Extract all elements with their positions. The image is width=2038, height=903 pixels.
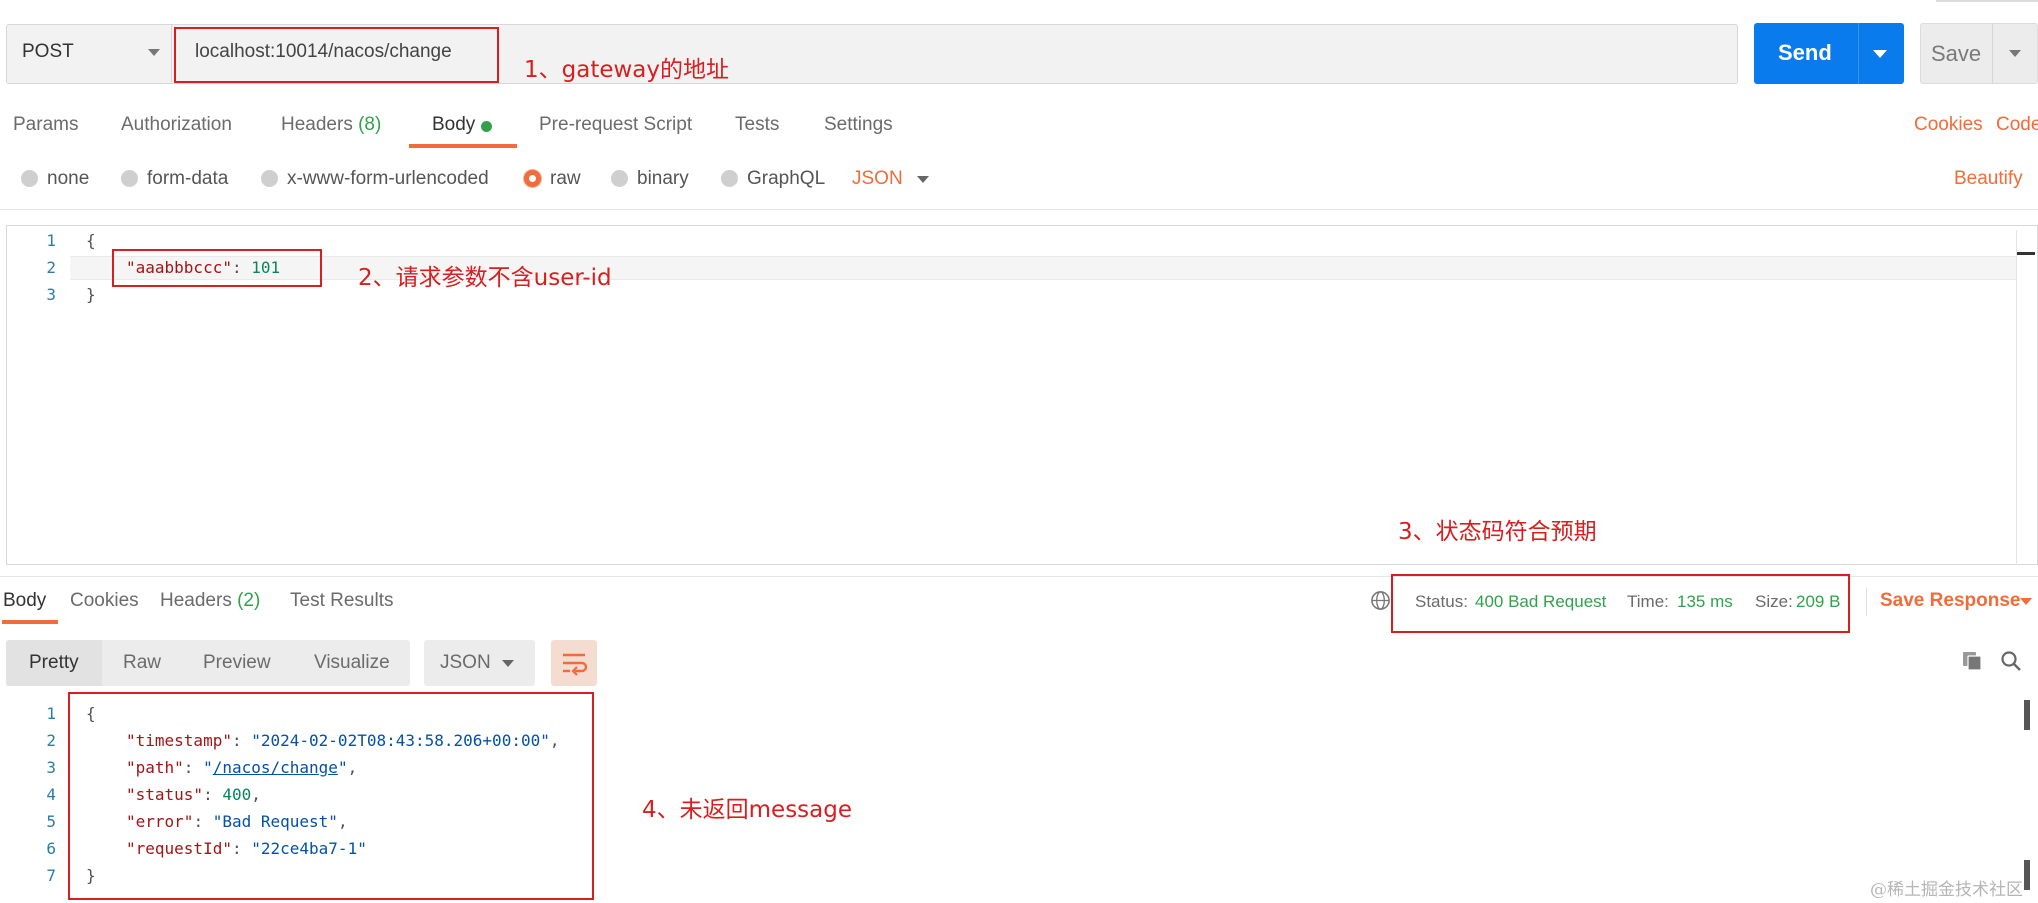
- radio-urlencoded-label[interactable]: x-www-form-urlencoded: [287, 168, 489, 190]
- annotation-2: 2、请求参数不含user-id: [358, 265, 612, 291]
- tab-settings[interactable]: Settings: [824, 114, 893, 136]
- radio-none[interactable]: [21, 170, 38, 187]
- save-response-button[interactable]: Save Response: [1880, 590, 2020, 612]
- method-label: POST: [22, 41, 74, 62]
- radio-graphql[interactable]: [721, 170, 738, 187]
- line-number: 7: [46, 866, 56, 885]
- line-number: 6: [46, 839, 56, 858]
- radio-raw[interactable]: [524, 170, 541, 187]
- line-number: 3: [46, 285, 56, 304]
- line-number: 5: [46, 812, 56, 831]
- radio-form-data-label[interactable]: form-data: [147, 168, 228, 190]
- annotation-box-body: [112, 249, 322, 287]
- radio-raw-label[interactable]: raw: [550, 168, 581, 190]
- globe-icon[interactable]: [1370, 590, 1391, 611]
- body-indicator-dot: [481, 121, 492, 132]
- annotation-1: 1、gateway的地址: [524, 57, 730, 83]
- divider: [1866, 588, 1867, 616]
- chevron-down-icon[interactable]: [502, 660, 514, 667]
- annotation-box-response: [68, 692, 594, 900]
- radio-none-label[interactable]: none: [47, 168, 89, 190]
- raw-button[interactable]: Raw: [123, 652, 161, 674]
- code-open-brace: {: [86, 231, 96, 250]
- annotation-box-url: [174, 27, 499, 83]
- send-label[interactable]: Send: [1778, 40, 1832, 66]
- line-number: 3: [46, 758, 56, 777]
- response-tab-headers-label: Headers: [160, 590, 232, 611]
- editor-scroll-track: [2016, 230, 2017, 565]
- send-options-chevron-icon[interactable]: [1873, 50, 1887, 58]
- save-label[interactable]: Save: [1931, 41, 1981, 67]
- divider: [0, 209, 2038, 210]
- pretty-button[interactable]: Pretty: [29, 652, 79, 674]
- tab-body[interactable]: Body: [432, 114, 475, 136]
- tab-headers[interactable]: Headers (8): [281, 114, 381, 136]
- top-right-edge: [1936, 0, 2038, 2]
- response-tab-headers-count: (2): [237, 590, 261, 611]
- response-tab-body[interactable]: Body: [3, 590, 46, 612]
- chevron-down-icon[interactable]: [917, 176, 929, 183]
- response-tab-headers[interactable]: Headers (2): [160, 590, 260, 612]
- preview-button[interactable]: Preview: [203, 652, 271, 674]
- radio-urlencoded[interactable]: [261, 170, 278, 187]
- tab-headers-count: (8): [358, 114, 382, 135]
- cookies-link[interactable]: Cookies: [1914, 114, 1983, 136]
- response-tab-cookies[interactable]: Cookies: [70, 590, 139, 612]
- response-format-label[interactable]: JSON: [440, 652, 491, 674]
- annotation-3: 3、状态码符合预期: [1398, 519, 1597, 545]
- chevron-down-icon[interactable]: [148, 49, 160, 56]
- radio-binary[interactable]: [611, 170, 628, 187]
- editor-scroll-marker[interactable]: [2017, 252, 2035, 255]
- save-divider: [1992, 23, 1993, 84]
- response-scrollbar-thumb[interactable]: [2024, 700, 2030, 730]
- wrap-lines-icon: [563, 653, 588, 676]
- wrap-lines-button[interactable]: [551, 640, 597, 686]
- beautify-link[interactable]: Beautify: [1954, 168, 2023, 190]
- response-scrollbar-thumb[interactable]: [2024, 860, 2030, 890]
- code-link[interactable]: Code: [1996, 114, 2038, 136]
- tab-tests[interactable]: Tests: [735, 114, 779, 136]
- radio-binary-label[interactable]: binary: [637, 168, 689, 190]
- line-number: 4: [46, 785, 56, 804]
- search-icon[interactable]: [2000, 650, 2022, 672]
- radio-graphql-label[interactable]: GraphQL: [747, 168, 825, 190]
- response-tab-test-results[interactable]: Test Results: [290, 590, 393, 612]
- line-number: 1: [46, 704, 56, 723]
- response-tab-underline: [2, 620, 58, 624]
- chevron-down-icon[interactable]: [2020, 598, 2032, 605]
- watermark: @稀土掘金技术社区: [1870, 880, 2023, 900]
- tab-params[interactable]: Params: [13, 114, 78, 136]
- copy-icon[interactable]: [1961, 650, 1983, 672]
- visualize-button[interactable]: Visualize: [314, 652, 390, 674]
- save-options-chevron-icon[interactable]: [2009, 50, 2021, 57]
- line-number: 2: [46, 731, 56, 750]
- tab-headers-label: Headers: [281, 114, 353, 135]
- tab-authorization[interactable]: Authorization: [121, 114, 232, 136]
- line-number: 1: [46, 231, 56, 250]
- code-close-brace: }: [86, 285, 96, 304]
- line-number: 2: [46, 258, 56, 277]
- body-format-select[interactable]: JSON: [852, 168, 903, 190]
- annotation-box-status: [1391, 574, 1850, 633]
- tab-body-underline: [409, 144, 517, 148]
- radio-form-data[interactable]: [121, 170, 138, 187]
- send-divider: [1858, 23, 1859, 84]
- annotation-4: 4、未返回message: [642, 797, 852, 823]
- tab-prerequest-script[interactable]: Pre-request Script: [539, 114, 692, 136]
